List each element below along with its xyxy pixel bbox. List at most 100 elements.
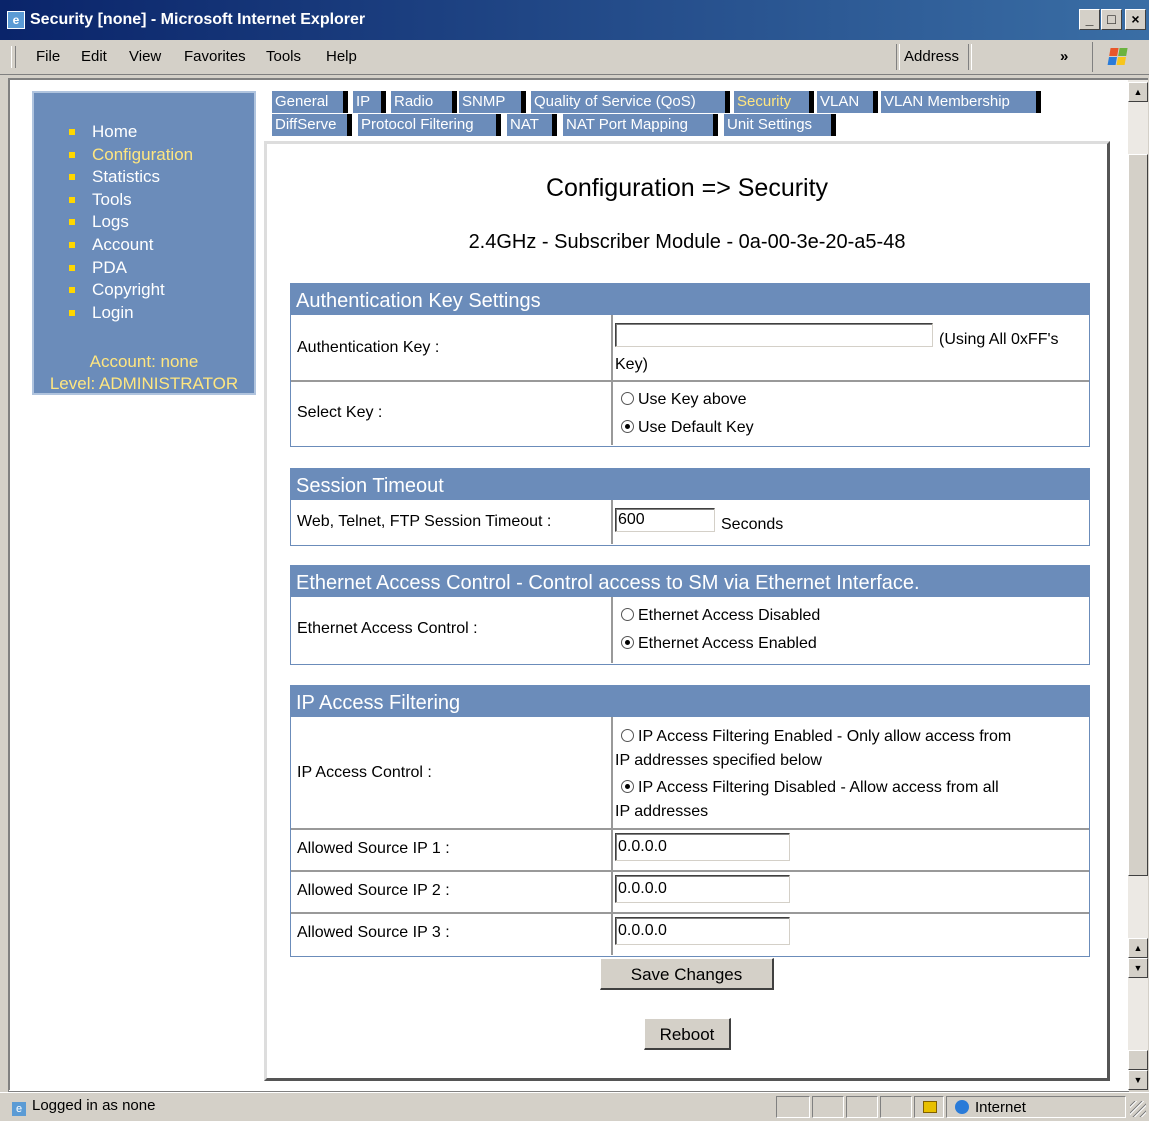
nav-item-label: Home	[92, 122, 138, 141]
ethernet-access-heading: Ethernet Access Control - Control access…	[291, 565, 1089, 597]
use-default-key-option[interactable]: Use Default Key	[621, 419, 754, 437]
lock-icon	[923, 1101, 937, 1113]
tab-diffserve[interactable]: DiffServe	[272, 114, 352, 136]
nav-item-home[interactable]: Home	[69, 122, 193, 145]
ethernet-enabled-option[interactable]: Ethernet Access Enabled	[621, 635, 817, 653]
status-text-pane: e Logged in as none	[4, 1096, 774, 1118]
ip-access-control-label: IP Access Control :	[297, 764, 432, 781]
ethernet-enabled-label: Ethernet Access Enabled	[638, 635, 817, 652]
allowed-ip-1-label: Allowed Source IP 1 :	[297, 840, 450, 857]
scroll-thumb-bottom[interactable]	[1128, 1050, 1148, 1070]
vertical-scrollbar[interactable]: ▲ ▲ ▼ ▼	[1128, 80, 1148, 1090]
maximize-button[interactable]: □	[1101, 9, 1122, 30]
bullet-icon	[69, 241, 75, 248]
menu-help[interactable]: Help	[326, 48, 357, 65]
tab-vlan[interactable]: VLAN	[817, 91, 878, 113]
session-timeout-unit: Seconds	[721, 516, 784, 533]
bullet-icon	[69, 174, 75, 181]
scroll-thumb[interactable]	[1128, 154, 1148, 876]
ip-filter-enabled-label: IP Access Filtering Enabled - Only allow…	[638, 728, 1012, 745]
session-timeout-heading: Session Timeout	[291, 468, 1089, 500]
nav-item-copyright[interactable]: Copyright	[69, 280, 193, 303]
page-status-icon: e	[12, 1102, 26, 1116]
resize-grip-icon[interactable]	[1130, 1101, 1146, 1117]
menu-edit[interactable]: Edit	[81, 48, 107, 65]
use-key-above-radio[interactable]	[621, 392, 634, 405]
nav-item-logs[interactable]: Logs	[69, 212, 193, 235]
ie-app-icon[interactable]: e	[7, 11, 25, 29]
windows-logo-icon	[1092, 42, 1145, 72]
bullet-icon	[69, 196, 75, 203]
menu-view[interactable]: View	[129, 48, 161, 65]
auth-key-hint-cont: Key)	[615, 356, 648, 373]
scroll-down-icon[interactable]: ▼	[1128, 1070, 1148, 1090]
toolbar-grip[interactable]	[11, 46, 16, 68]
tab-nat[interactable]: NAT	[507, 114, 557, 136]
content-panel: Configuration => Security 2.4GHz - Subsc…	[264, 141, 1110, 1081]
nav-list: Home Configuration Statistics Tools Logs Acco…	[69, 122, 193, 325]
ip-filter-enabled-option[interactable]: IP Access Filtering Enabled - Only allow…	[621, 728, 1011, 746]
auth-key-heading: Authentication Key Settings	[291, 283, 1089, 315]
minimize-button[interactable]: _	[1079, 9, 1100, 30]
tab-protocol-filtering[interactable]: Protocol Filtering	[358, 114, 501, 136]
nav-item-statistics[interactable]: Statistics	[69, 167, 193, 190]
menu-file[interactable]: File	[36, 48, 60, 65]
tab-radio[interactable]: Radio	[391, 91, 457, 113]
auth-key-hint: (Using All 0xFF's	[939, 331, 1059, 348]
menu-favorites[interactable]: Favorites	[184, 48, 246, 65]
ip-filter-enabled-radio[interactable]	[621, 729, 634, 742]
menu-tools[interactable]: Tools	[266, 48, 301, 65]
allowed-ip-1-input[interactable]	[615, 833, 790, 861]
ethernet-enabled-radio[interactable]	[621, 636, 634, 649]
tab-general[interactable]: General	[272, 91, 348, 113]
scroll-up-icon[interactable]: ▲	[1128, 82, 1148, 102]
select-key-label: Select Key :	[297, 404, 383, 421]
tab-ip[interactable]: IP	[353, 91, 386, 113]
session-timeout-input[interactable]	[615, 508, 715, 532]
allowed-ip-2-input[interactable]	[615, 875, 790, 903]
tab-nat-port-mapping[interactable]: NAT Port Mapping	[563, 114, 718, 136]
auth-key-input[interactable]	[615, 323, 933, 347]
bullet-icon	[69, 129, 75, 135]
toolbar-separator	[968, 44, 972, 70]
nav-item-label: Configuration	[92, 144, 194, 164]
nav-item-pda[interactable]: PDA	[69, 258, 193, 281]
nav-item-tools[interactable]: Tools	[69, 190, 193, 213]
allowed-ip-3-input[interactable]	[615, 917, 790, 945]
window-title: Security [none] - Microsoft Internet Exp…	[30, 11, 366, 28]
tab-unit-settings[interactable]: Unit Settings	[724, 114, 836, 136]
address-label[interactable]: Address	[904, 48, 959, 65]
reboot-button[interactable]: Reboot	[644, 1018, 731, 1050]
nav-item-login[interactable]: Login	[69, 303, 193, 326]
use-default-key-label: Use Default Key	[638, 419, 754, 436]
use-key-above-option[interactable]: Use Key above	[621, 391, 747, 409]
tab-quality-of-service-qos[interactable]: Quality of Service (QoS)	[531, 91, 730, 113]
ethernet-disabled-option[interactable]: Ethernet Access Disabled	[621, 607, 820, 625]
zone-pane: Internet	[946, 1096, 1126, 1118]
column-divider	[611, 500, 613, 544]
ip-filter-disabled-radio[interactable]	[621, 780, 634, 793]
tab-security[interactable]: Security	[734, 91, 814, 113]
close-button[interactable]: ×	[1125, 9, 1146, 30]
ethernet-disabled-radio[interactable]	[621, 608, 634, 621]
zone-text: Internet	[975, 1099, 1026, 1116]
bullet-icon	[69, 151, 75, 158]
column-divider	[611, 597, 613, 663]
ip-filter-enabled-label-cont: IP addresses specified below	[615, 752, 822, 769]
tab-vlan-membership[interactable]: VLAN Membership	[881, 91, 1041, 113]
bullet-icon	[69, 264, 75, 271]
status-pane	[880, 1096, 912, 1118]
page-up-icon[interactable]: ▲	[1128, 938, 1148, 958]
nav-item-account[interactable]: Account	[69, 235, 193, 258]
internet-globe-icon	[955, 1100, 969, 1114]
column-divider	[611, 717, 613, 955]
use-default-key-radio[interactable]	[621, 420, 634, 433]
save-changes-button[interactable]: Save Changes	[600, 958, 774, 990]
ip-filter-disabled-option[interactable]: IP Access Filtering Disabled - Allow acc…	[621, 779, 999, 797]
nav-item-configuration[interactable]: Configuration	[69, 145, 193, 168]
tab-snmp[interactable]: SNMP	[459, 91, 526, 113]
bullet-icon	[69, 287, 75, 294]
page-down-icon[interactable]: ▼	[1128, 958, 1148, 978]
toolbar-chevron-icon[interactable]: »	[1060, 48, 1068, 65]
nav-item-label: PDA	[92, 257, 127, 277]
